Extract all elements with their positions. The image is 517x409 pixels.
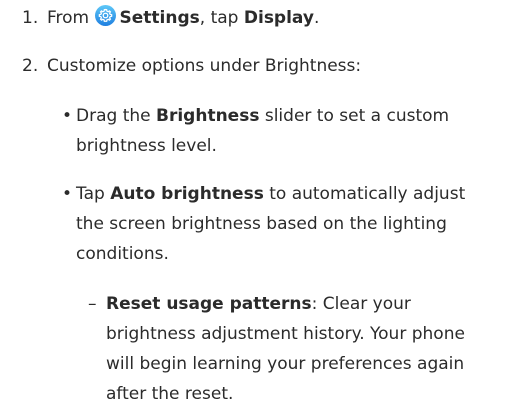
subitem-line-4: after the reset. bbox=[106, 384, 234, 404]
step-1-prefix: From bbox=[47, 8, 90, 28]
step-1-text: From Settings, tap Display. bbox=[47, 3, 319, 33]
bullet-2-lead: Tap bbox=[76, 184, 105, 204]
bullet-1-text: Drag the Brightness slider to set a cust… bbox=[76, 101, 496, 161]
subitem-line-1: Reset usage patterns: Clear your bbox=[106, 289, 506, 319]
bullet-marker: • bbox=[62, 184, 73, 204]
subitem-rest: : Clear your bbox=[311, 294, 411, 314]
bullet-2-line-3: conditions. bbox=[76, 244, 169, 264]
step-1-comma-tap: , tap bbox=[199, 8, 239, 28]
step-number: 2. bbox=[22, 56, 39, 76]
step-2-text: Customize options under Brightness: bbox=[47, 56, 362, 76]
dash-marker: – bbox=[88, 294, 97, 314]
bullet-marker: • bbox=[62, 106, 73, 126]
display-label: Display bbox=[243, 8, 314, 28]
bullet-1-rest: slider to set a custom bbox=[264, 106, 450, 126]
step-number: 1. bbox=[22, 8, 39, 28]
bullet-2-text: Tap Auto brightness to automatically adj… bbox=[76, 179, 496, 269]
subitem-line-3: will begin learning your preferences aga… bbox=[106, 354, 465, 374]
bullet-2-rest: to automatically adjust bbox=[269, 184, 466, 204]
brightness-label: Brightness bbox=[156, 106, 260, 126]
subitem-line-2: brightness adjustment history. Your phon… bbox=[106, 324, 465, 344]
settings-label: Settings bbox=[119, 8, 200, 28]
step-1-suffix: . bbox=[313, 8, 320, 28]
bullet-2-line-1: Tap Auto brightness to automatically adj… bbox=[76, 179, 496, 209]
bullet-2-line-2: the screen brightness based on the light… bbox=[76, 214, 447, 234]
settings-gear-icon bbox=[94, 5, 116, 26]
auto-brightness-label: Auto brightness bbox=[110, 184, 264, 204]
subitem-text: Reset usage patterns: Clear your brightn… bbox=[106, 289, 506, 409]
bullet-1-line-1: Drag the Brightness slider to set a cust… bbox=[76, 101, 496, 131]
bullet-1-line-2: brightness level. bbox=[76, 136, 217, 156]
reset-usage-patterns-label: Reset usage patterns bbox=[106, 294, 312, 314]
bullet-1-lead: Drag the bbox=[76, 106, 151, 126]
